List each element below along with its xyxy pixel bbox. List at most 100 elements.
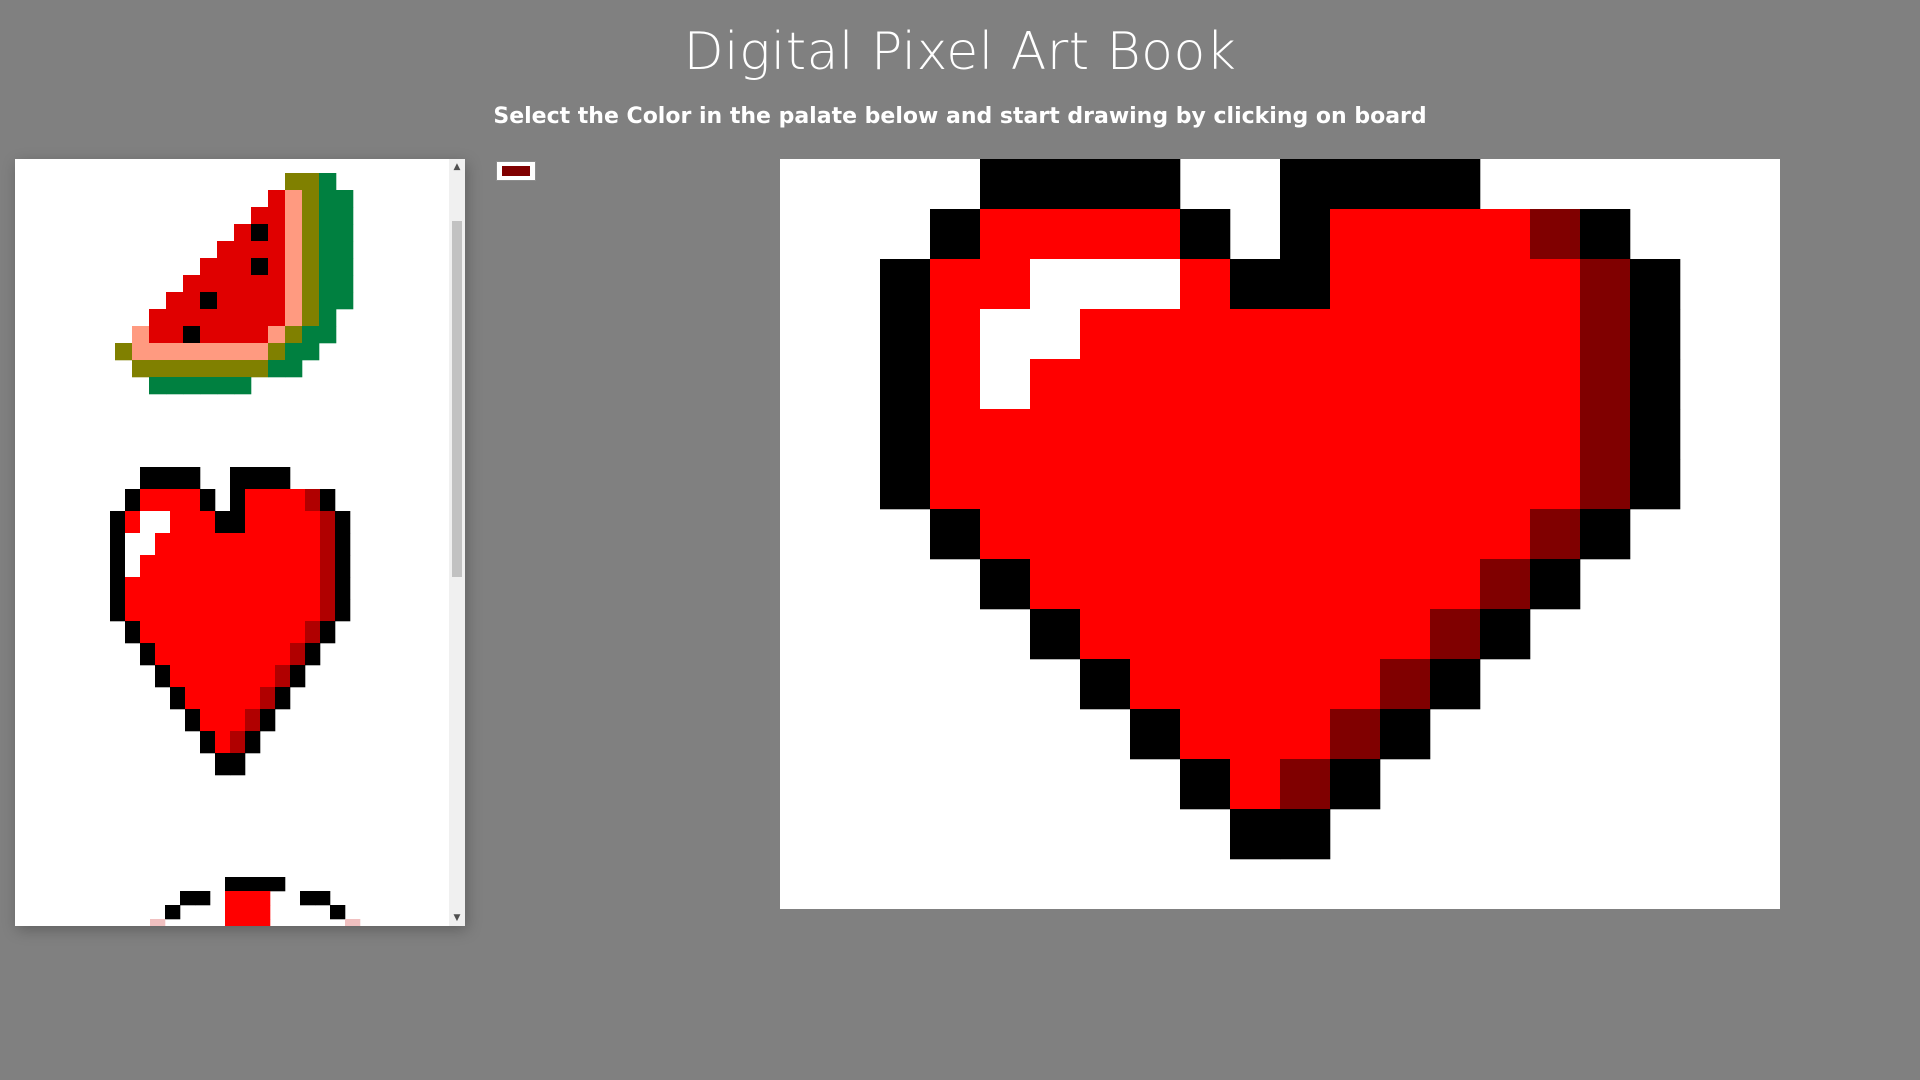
watermelon-thumb-pixel	[268, 224, 286, 242]
heart-thumb-pixel	[245, 577, 261, 600]
watermelon-thumb-pixel	[302, 326, 320, 344]
selected-color-swatch[interactable]	[496, 161, 536, 181]
watermelon-thumb-pixel	[285, 343, 303, 361]
board-pixel	[1530, 509, 1581, 560]
drawing-board[interactable]	[780, 159, 1780, 909]
board-pixel	[1230, 559, 1281, 610]
board-pixel	[1230, 659, 1281, 710]
board-pixel	[1280, 609, 1331, 660]
heart-thumb-pixel	[155, 467, 171, 490]
heart-thumb-pixel	[125, 489, 141, 512]
gallery-item-watermelon[interactable]	[115, 173, 367, 413]
heart-thumb-pixel	[140, 577, 156, 600]
watermelon-thumb-pixel	[285, 292, 303, 310]
heart-thumb-pixel	[230, 621, 246, 644]
watermelon-thumb-pixel	[251, 292, 269, 310]
heart-thumb-pixel	[140, 643, 156, 666]
heart-thumb-pixel	[290, 665, 306, 688]
watermelon-thumb-pixel	[166, 326, 184, 344]
board-pixel	[1130, 309, 1181, 360]
board-pixel	[880, 309, 931, 360]
board-pixel	[1230, 809, 1281, 860]
watermelon-thumb-pixel	[251, 343, 269, 361]
heart-thumb-pixel	[215, 533, 231, 556]
board-pixel	[1230, 609, 1281, 660]
scrollbar-thumb[interactable]	[452, 221, 462, 577]
gallery-scrollbar[interactable]: ▲ ▼	[449, 159, 465, 926]
board-pixel	[880, 459, 931, 510]
watermelon-thumb-pixel	[268, 292, 286, 310]
board-pixel	[980, 309, 1031, 360]
board-pixel	[930, 409, 981, 460]
watermelon-thumb-pixel	[166, 360, 184, 378]
partial-thumb-pixel	[315, 891, 331, 906]
partial-thumb-pixel	[255, 877, 271, 892]
watermelon-thumb-pixel	[166, 292, 184, 310]
watermelon-thumb-pixel	[234, 275, 252, 293]
heart-thumb-pixel	[275, 665, 291, 688]
board-pixel	[1080, 459, 1131, 510]
partial-thumb-pixel	[225, 877, 241, 892]
heart-thumb-pixel	[275, 489, 291, 512]
board-pixel	[1180, 659, 1231, 710]
board-pixel	[980, 159, 1031, 210]
board-pixel	[1330, 309, 1381, 360]
board-pixel	[1130, 509, 1181, 560]
heart-thumb-pixel	[125, 555, 141, 578]
board-pixel	[1130, 609, 1181, 660]
board-pixel	[1080, 659, 1131, 710]
heart-thumb-pixel	[125, 599, 141, 622]
watermelon-thumb-pixel	[319, 275, 337, 293]
board-pixel	[930, 459, 981, 510]
board-pixel	[1180, 359, 1231, 410]
watermelon-thumb-pixel	[200, 377, 218, 395]
watermelon-thumb-pixel	[336, 292, 354, 310]
heart-thumb-pixel	[230, 467, 246, 490]
watermelon-thumb-pixel	[319, 207, 337, 225]
board-pixel	[1330, 709, 1381, 760]
heart-thumb-pixel	[230, 753, 246, 776]
watermelon-thumb-pixel	[319, 326, 337, 344]
board-pixel	[980, 559, 1031, 610]
heart-thumb-pixel	[275, 687, 291, 710]
heart-thumb-pixel	[290, 577, 306, 600]
partial-thumb-pixel	[165, 905, 181, 920]
heart-thumb-pixel	[230, 731, 246, 754]
board-pixel	[980, 459, 1031, 510]
watermelon-thumb-pixel	[319, 292, 337, 310]
heart-thumb-pixel	[275, 555, 291, 578]
heart-thumb-pixel	[335, 511, 351, 534]
board-pixel	[1230, 359, 1281, 410]
heart-thumb-pixel	[215, 511, 231, 534]
watermelon-thumb-pixel	[336, 241, 354, 259]
heart-thumb-pixel	[230, 511, 246, 534]
board-pixel	[1430, 259, 1481, 310]
board-pixel	[1280, 559, 1331, 610]
board-pixel	[1030, 309, 1081, 360]
watermelon-thumb-pixel	[183, 275, 201, 293]
board-pixel	[1580, 359, 1631, 410]
board-pixel	[1080, 609, 1131, 660]
heart-thumb-pixel	[245, 621, 261, 644]
board-pixel	[1180, 559, 1231, 610]
gallery-item-partial[interactable]	[135, 877, 375, 926]
board-pixel	[1030, 359, 1081, 410]
heart-thumb-pixel	[320, 511, 336, 534]
heart-thumb-pixel	[275, 621, 291, 644]
heart-thumb-pixel	[260, 555, 276, 578]
board-pixel	[1380, 209, 1431, 260]
artwork-gallery[interactable]: ▲ ▼	[15, 159, 465, 926]
heart-thumb-pixel	[185, 467, 201, 490]
board-pixel	[1280, 259, 1331, 310]
heart-thumb-pixel	[260, 533, 276, 556]
board-pixel	[1330, 209, 1381, 260]
watermelon-thumb-pixel	[268, 275, 286, 293]
scroll-up-arrow-icon[interactable]: ▲	[449, 159, 465, 175]
heart-thumb-pixel	[320, 533, 336, 556]
gallery-item-heart[interactable]	[80, 467, 400, 787]
scroll-down-arrow-icon[interactable]: ▼	[449, 910, 465, 926]
board-pixel	[930, 259, 981, 310]
heart-thumb-pixel	[260, 687, 276, 710]
heart-thumb-pixel	[230, 555, 246, 578]
board-pixel	[1280, 659, 1331, 710]
